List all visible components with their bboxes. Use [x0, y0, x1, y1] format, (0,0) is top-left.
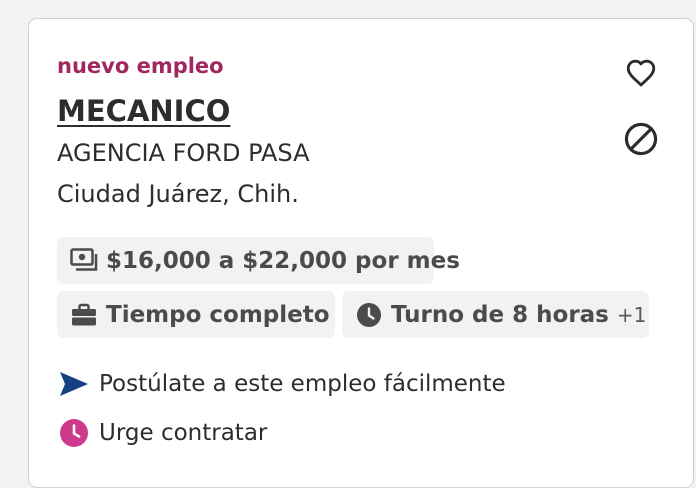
money-icon — [70, 247, 98, 275]
shift-text: Turno de 8 horas — [391, 301, 609, 328]
easy-apply-text: Postúlate a este empleo fácilmente — [99, 371, 506, 397]
urgent-hire-text: Urge contratar — [99, 420, 268, 446]
clock-icon — [355, 301, 383, 329]
job-location: Ciudad Juárez, Chih. — [57, 180, 299, 208]
clock-icon — [57, 416, 91, 450]
urgent-hire-feature: Urge contratar — [57, 416, 267, 450]
shift-more-count: +1 — [616, 302, 647, 327]
shift-chip[interactable]: Turno de 8 horas +1 — [342, 291, 649, 338]
job-card[interactable]: nuevo empleo MECANICO AGENCIA FORD PASA … — [28, 18, 694, 488]
company-name: AGENCIA FORD PASA — [57, 139, 310, 167]
job-type-text: Tiempo completo — [106, 301, 330, 328]
not-interested-button[interactable] — [621, 119, 661, 159]
heart-icon — [626, 59, 656, 87]
save-job-button[interactable] — [621, 52, 661, 92]
send-icon — [57, 367, 91, 401]
salary-chip: $16,000 a $22,000 por mes — [57, 237, 460, 284]
not-interested-icon — [624, 122, 658, 156]
job-title-link[interactable]: MECANICO — [57, 93, 230, 129]
new-job-label: nuevo empleo — [57, 54, 224, 78]
salary-text: $16,000 a $22,000 por mes — [106, 247, 460, 274]
briefcase-icon — [70, 301, 98, 329]
job-type-chip: Tiempo completo — [57, 291, 335, 338]
easy-apply-feature: Postúlate a este empleo fácilmente — [57, 367, 506, 401]
